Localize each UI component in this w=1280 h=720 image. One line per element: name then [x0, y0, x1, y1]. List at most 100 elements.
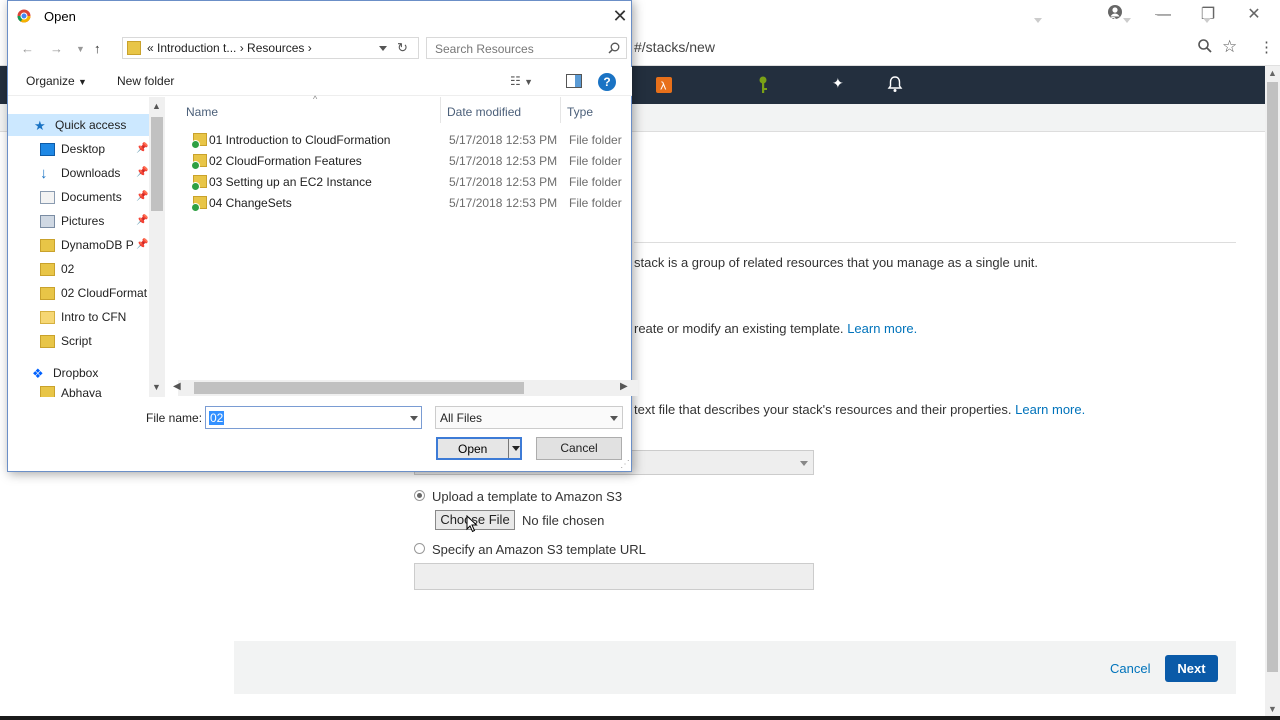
- nav-dropbox[interactable]: ❖ Dropbox: [32, 362, 98, 384]
- dialog-cancel-button[interactable]: Cancel: [536, 437, 622, 460]
- template-description-text: reate or modify an existing template.: [634, 321, 844, 336]
- column-type[interactable]: Type: [567, 105, 593, 119]
- source-description-text: text file that describes your stack's re…: [634, 402, 1012, 417]
- split-divider: [508, 439, 509, 458]
- learn-more-link-source[interactable]: Learn more.: [1015, 402, 1085, 417]
- nav-dynamodb[interactable]: DynamoDB P: [40, 234, 134, 256]
- nav-pane-scrollbar-thumb[interactable]: [151, 117, 163, 211]
- chevron-down-icon[interactable]: [512, 446, 520, 451]
- nav-quick-access[interactable]: ★ Quick access: [8, 114, 149, 136]
- back-arrow-icon[interactable]: ←: [21, 41, 34, 56]
- documents-icon: [40, 190, 55, 204]
- help-icon[interactable]: ?: [598, 73, 616, 91]
- file-name-label: File name:: [146, 411, 203, 425]
- chevron-down-icon: ▼: [78, 77, 87, 87]
- cancel-link[interactable]: Cancel: [1110, 661, 1150, 676]
- upload-template-radio[interactable]: [414, 490, 425, 501]
- scroll-right-icon[interactable]: ▶: [620, 381, 628, 392]
- nav-region-menu[interactable]: N. Virginia: [1057, 12, 1131, 27]
- scroll-up-icon[interactable]: ▲: [152, 101, 161, 111]
- file-row[interactable]: 02 CloudFormation Features 5/17/2018 12:…: [173, 151, 632, 172]
- search-icon: [608, 42, 620, 57]
- nav-folder-02[interactable]: 02: [40, 258, 74, 280]
- new-folder-button[interactable]: New folder: [117, 74, 174, 88]
- nav-lambda[interactable]: Lambda: [679, 11, 733, 27]
- preview-pane-icon[interactable]: [566, 74, 582, 91]
- search-placeholder: Search Resources: [435, 42, 534, 56]
- pin-icon: 📌: [136, 239, 149, 250]
- chevron-down-icon: [1202, 18, 1211, 24]
- organize-button[interactable]: Organize ▼: [26, 74, 87, 88]
- file-list-hscrollbar-thumb[interactable]: [194, 382, 524, 394]
- s3-url-radio[interactable]: [414, 543, 425, 554]
- nav-dropbox-label: Dropbox: [53, 366, 99, 380]
- chevron-down-icon: [610, 416, 618, 421]
- window-close-icon[interactable]: ✕: [1243, 4, 1265, 26]
- folder-icon: [40, 386, 55, 397]
- breadcrumb[interactable]: « Introduction t... › Resources › ↻: [122, 37, 419, 59]
- view-options-icon[interactable]: ☷ ▼: [510, 74, 533, 88]
- nav-iam[interactable]: IAM: [778, 11, 804, 27]
- nav-pictures[interactable]: Pictures: [40, 210, 104, 232]
- column-separator[interactable]: [440, 97, 441, 123]
- resize-grip-icon[interactable]: ⋰: [620, 459, 630, 470]
- chevron-down-icon[interactable]: [379, 46, 387, 51]
- nav-cloudformation[interactable]: 02 CloudFormat: [40, 282, 147, 304]
- chevron-down-icon[interactable]: [410, 416, 418, 421]
- file-row[interactable]: 04 ChangeSets 5/17/2018 12:53 PM File fo…: [173, 193, 632, 214]
- column-name[interactable]: Name: [186, 105, 218, 119]
- section-divider: [634, 242, 1236, 243]
- mouse-cursor-icon: [466, 514, 478, 536]
- browser-menu-icon[interactable]: ⋮: [1259, 38, 1274, 56]
- zoom-icon[interactable]: [1197, 38, 1213, 57]
- open-file-dialog: Open ✕ ← → ▼ ↑ « Introduction t... › Res…: [7, 0, 638, 472]
- recent-locations-icon[interactable]: ▼: [76, 44, 85, 54]
- s3-template-url-input[interactable]: [414, 563, 814, 590]
- open-button[interactable]: Open: [436, 437, 522, 460]
- scroll-down-icon[interactable]: ▼: [152, 382, 161, 392]
- pin-icon: 📌: [136, 143, 149, 154]
- folder-icon: [40, 334, 55, 348]
- chevron-down-icon: [1034, 18, 1043, 24]
- nav-desktop[interactable]: Desktop: [40, 138, 105, 160]
- scroll-left-icon[interactable]: ◀: [173, 381, 181, 392]
- nav-abhaya[interactable]: Abhaya: [40, 386, 102, 397]
- learn-more-link-template[interactable]: Learn more.: [847, 321, 917, 336]
- next-button[interactable]: Next: [1165, 655, 1218, 682]
- file-date: 5/17/2018 12:53 PM: [449, 154, 558, 168]
- navigation-pane: ★ Quick access Desktop ↓ Downloads Documen…: [8, 97, 172, 397]
- bookmark-star-icon[interactable]: ☆: [1222, 37, 1237, 57]
- source-description: text file that describes your stack's re…: [634, 402, 1085, 417]
- file-row[interactable]: 01 Introduction to CloudFormation 5/17/2…: [173, 130, 632, 151]
- scroll-up-icon[interactable]: ▲: [1268, 68, 1277, 78]
- nav-desktop-label: Desktop: [61, 142, 106, 156]
- chevron-down-icon: [1122, 18, 1131, 24]
- file-type-select[interactable]: All Files: [435, 406, 623, 429]
- dialog-close-icon[interactable]: ✕: [610, 6, 630, 26]
- column-separator[interactable]: [560, 97, 561, 123]
- pin-icon: 📌: [136, 167, 149, 178]
- file-row[interactable]: 03 Setting up an EC2 Instance 5/17/2018 …: [173, 172, 632, 193]
- chevron-down-icon: [800, 461, 808, 466]
- nav-script[interactable]: Script: [40, 330, 92, 352]
- file-name-input[interactable]: 02: [205, 406, 422, 429]
- file-name: 01 Introduction to CloudFormation: [209, 133, 391, 147]
- nav-support-menu[interactable]: Support: [1151, 12, 1211, 27]
- notifications-bell-icon[interactable]: [887, 75, 903, 96]
- file-type: File folder: [569, 175, 622, 189]
- iam-icon: [758, 76, 768, 97]
- nav-documents[interactable]: Documents: [40, 186, 122, 208]
- pin-service-icon[interactable]: ✦: [832, 75, 844, 92]
- address-bar-url[interactable]: #/stacks/new: [634, 39, 715, 55]
- forward-arrow-icon[interactable]: →: [50, 41, 63, 56]
- up-arrow-icon[interactable]: ↑: [94, 41, 101, 56]
- search-input[interactable]: Search Resources: [426, 37, 627, 59]
- organize-label: Organize: [26, 74, 75, 88]
- nav-user-menu[interactable]: Abhaya Chauhan: [928, 12, 1043, 27]
- nav-intro-cfn[interactable]: Intro to CFN: [40, 306, 126, 328]
- refresh-icon[interactable]: ↻: [397, 40, 408, 56]
- scroll-down-icon[interactable]: ▼: [1268, 704, 1277, 714]
- page-scrollbar-thumb[interactable]: [1267, 82, 1278, 672]
- nav-downloads[interactable]: ↓ Downloads: [40, 162, 120, 184]
- column-date-modified[interactable]: Date modified: [447, 105, 521, 119]
